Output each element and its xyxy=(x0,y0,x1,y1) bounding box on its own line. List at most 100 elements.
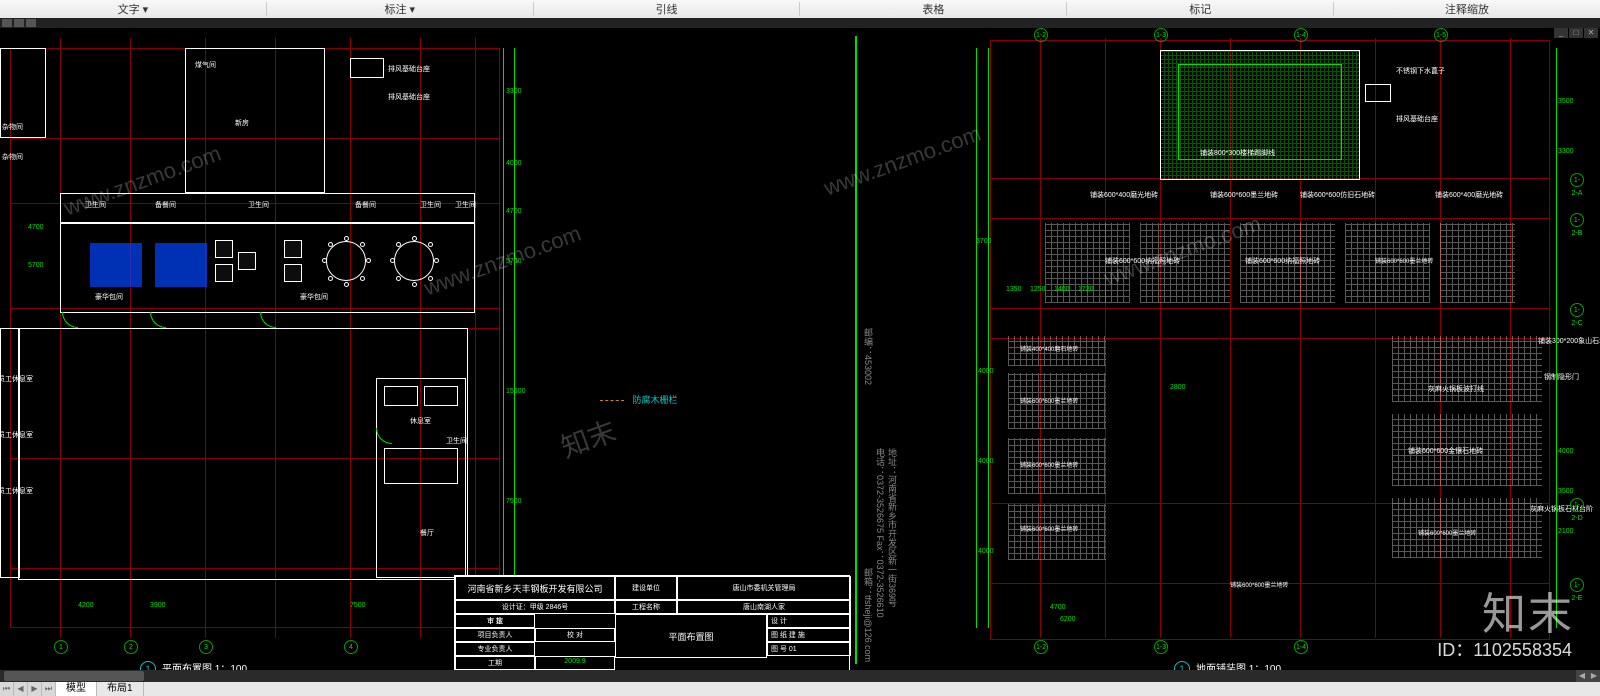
scroll-left-icon[interactable]: ◀ xyxy=(1576,670,1588,682)
flooring-label: 铺装600*600墨兰地砖 xyxy=(1210,190,1278,200)
toolbar-icon[interactable] xyxy=(2,19,12,27)
scroll-right-icon[interactable]: ▶ xyxy=(1588,670,1600,682)
tab-nav-last[interactable]: ⏭ xyxy=(42,682,56,696)
vertical-divider xyxy=(855,36,857,664)
grid-bubble: 1-5 xyxy=(1434,28,1448,42)
dim-label: 3300 xyxy=(506,88,522,95)
grid-bubble: 4 xyxy=(344,640,358,654)
tb-sheet-no: 图 号 01 xyxy=(767,642,851,656)
max-button[interactable]: □ xyxy=(1569,28,1583,38)
tb-proj-val: 唐山南湖人家 xyxy=(677,600,851,614)
flooring-label: 铺装600*600墨兰地砖 xyxy=(1375,256,1433,265)
dim-label: 4700 xyxy=(28,224,44,231)
tb-owner-lbl: 建设单位 xyxy=(615,576,677,600)
dim-label: 7500 xyxy=(506,498,522,505)
flooring-label: 铺装400*400磨石地砖 xyxy=(1020,344,1078,353)
room-label: 排风基础台座 xyxy=(388,92,430,102)
room-label: 煤气间 xyxy=(195,60,216,70)
tab-nav-next[interactable]: ▶ xyxy=(28,682,42,696)
tb-email: 邮箱：tfsheji@126.com xyxy=(862,568,875,662)
tab-nav-prev[interactable]: ◀ xyxy=(14,682,28,696)
toolbar-icon[interactable] xyxy=(26,19,36,27)
window-controls: _ □ ✕ xyxy=(1554,28,1598,38)
tb-drawing-name: 平面布置图 xyxy=(615,614,767,658)
dim-label: 2800 xyxy=(1170,384,1186,391)
dim-label: 2100 xyxy=(1558,528,1574,535)
tb-addr: 地址：河南省新乡市开发区新一街369号 xyxy=(886,448,899,607)
flooring-label: 铺装600*600纳福照地砖 xyxy=(1245,256,1320,266)
grid-bubble: 1-2-D xyxy=(1570,498,1584,512)
h-scroll-thumb[interactable] xyxy=(4,671,144,681)
room-label: 杂物间 xyxy=(2,122,23,132)
dim-label: 1250 xyxy=(1030,286,1046,293)
menu-table[interactable]: 表格 xyxy=(800,1,1066,17)
toolbar-icon[interactable] xyxy=(14,19,24,27)
grid-bubble: 1-2-E xyxy=(1570,578,1584,592)
tb-owner-val: 唐山市委机关管理局 xyxy=(677,576,851,600)
legend-swatch-icon xyxy=(600,400,624,401)
tab-layout1[interactable]: 布局1 xyxy=(97,682,144,696)
dim-label: 3500 xyxy=(1558,488,1574,495)
room-label: 卫生间 xyxy=(420,200,441,210)
dim-label: 4000 xyxy=(1558,448,1574,455)
titleblock: 河南省新乡天丰钢板开发有限公司 设计证：甲级 2846号 建设单位 唐山市委机关… xyxy=(454,575,850,671)
flooring-label: 铺装600*600墨兰地砖 xyxy=(1020,396,1078,405)
min-button[interactable]: _ xyxy=(1554,28,1568,38)
room-label: 排风基础台座 xyxy=(388,64,430,74)
grid-bubble: 1-3 xyxy=(1154,28,1168,42)
dim-label: 5700 xyxy=(28,262,44,269)
tb-proj-lbl: 工程名称 xyxy=(615,600,677,614)
grid-bubble: 1-2 xyxy=(1034,28,1048,42)
flooring-label: 铺装600*600墨兰地砖 xyxy=(1020,524,1078,533)
drawing-canvas[interactable]: 新房 煤气间 排风基础台座 排风基础台座 卫生间 备餐间 卫生间 备餐间 卫生间… xyxy=(0,28,1600,682)
flooring-label: 铺装600*600仿旧石地砖 xyxy=(1300,190,1375,200)
flooring-label: 铺装600*400磨光地砖 xyxy=(1090,190,1158,200)
room-label: 新房 xyxy=(235,118,249,128)
grid-bubble: 1-2-A xyxy=(1570,173,1584,187)
dim-label: 4000 xyxy=(978,548,994,555)
grid-bubble: 1-2-C xyxy=(1570,303,1584,317)
legend-label: 防腐木栅栏 xyxy=(633,395,678,405)
grid-bubble: 1-3 xyxy=(1154,640,1168,654)
room-label: 卫生间 xyxy=(85,200,106,210)
h-scrollbar[interactable]: ◀ ▶ xyxy=(0,670,1600,682)
menu-bar: 文字 ▾ 标注 ▾ 引线 表格 标记 注释缩放 xyxy=(0,0,1600,18)
dim-label: 4700 xyxy=(506,208,522,215)
tb-discipline: 专业负责人 xyxy=(455,642,535,656)
dim-label: 3900 xyxy=(150,602,166,609)
grid-bubble: 3 xyxy=(199,640,213,654)
tb-date-val: 2009.9 xyxy=(535,656,615,670)
menu-leader[interactable]: 引线 xyxy=(534,1,800,17)
dim-label: 7500 xyxy=(350,602,366,609)
menu-mark[interactable]: 标记 xyxy=(1067,1,1333,17)
flooring-label: 灰麻火锅板波打线 xyxy=(1428,384,1484,394)
dim-label: 1720 xyxy=(1078,286,1094,293)
flooring-label: 不锈钢下水蓖子 xyxy=(1396,66,1445,76)
room-label: 卫生间 xyxy=(446,436,467,446)
dim-label: 3300 xyxy=(1558,148,1574,155)
toolbar-strip xyxy=(0,18,1600,28)
close-button[interactable]: ✕ xyxy=(1584,28,1598,38)
tb-sheet-type: 图 纸 建 施 xyxy=(767,628,851,642)
menu-annotate[interactable]: 标注 ▾ xyxy=(267,1,533,17)
room-label: 备餐间 xyxy=(355,200,376,210)
menu-text[interactable]: 文字 ▾ xyxy=(0,1,266,17)
flooring-label: 钢制隐形门 xyxy=(1544,372,1579,382)
watermark-big: 知末 xyxy=(555,410,621,467)
left-floorplan: 新房 煤气间 排风基础台座 排风基础台座 卫生间 备餐间 卫生间 备餐间 卫生间… xyxy=(0,28,520,668)
flooring-label: 铺装600*600纳福照地砖 xyxy=(1105,256,1180,266)
room-label: 杂物间 xyxy=(2,152,23,162)
dim-label: 3500 xyxy=(1558,98,1574,105)
layout-tabs: ⏮ ◀ ▶ ⏭ 模型 布局1 xyxy=(0,682,1600,696)
tb-leader: 项目负责人 xyxy=(455,628,535,642)
flooring-label: 铺装600*600墨兰地砖 xyxy=(1020,460,1078,469)
tb-check-lbl: 审 核 xyxy=(455,614,535,628)
tb-company: 河南省新乡天丰钢板开发有限公司 xyxy=(455,576,615,600)
right-floorplan: 不锈钢下水蓖子 排风基础台座 铺装800*300楼梯踢脚线 铺装600*400磨… xyxy=(930,28,1590,668)
flooring-label: 铺装600*400磨光地砖 xyxy=(1435,190,1503,200)
tab-model[interactable]: 模型 xyxy=(56,682,97,696)
menu-annoscale[interactable]: 注释缩放 xyxy=(1334,1,1600,17)
tab-nav-first[interactable]: ⏮ xyxy=(0,682,14,696)
dim-label: 6200 xyxy=(1060,616,1076,623)
room-label: 员工休息室 xyxy=(0,374,33,384)
